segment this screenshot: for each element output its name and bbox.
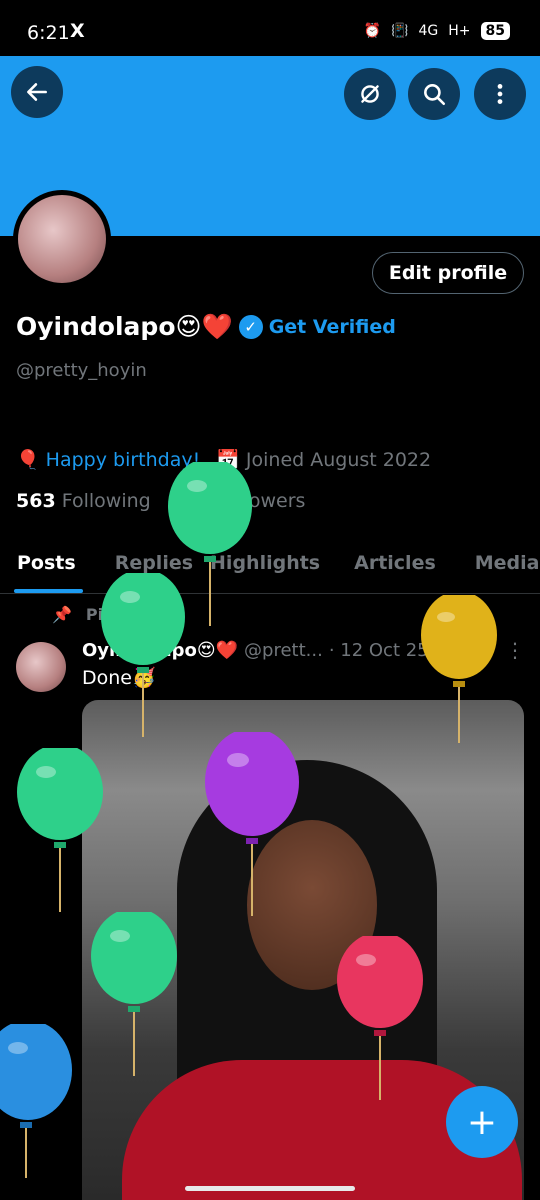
tab-media[interactable]: Media [453, 540, 540, 593]
home-indicator[interactable] [185, 1186, 355, 1191]
search-button[interactable] [408, 68, 460, 120]
balloon-pink [337, 936, 423, 1100]
balloon-green-4 [91, 912, 177, 1076]
network-4g-label: 4G [418, 23, 439, 39]
status-time: 6:21 [27, 22, 70, 44]
more-vertical-icon [497, 84, 503, 104]
tab-posts[interactable]: Posts [0, 540, 93, 593]
profile-handle: @pretty_hoyin [16, 360, 147, 381]
compose-button[interactable]: + [446, 1086, 518, 1158]
search-icon [424, 84, 446, 106]
back-icon [27, 83, 47, 101]
profile-avatar[interactable] [13, 190, 111, 288]
follow-stats: 563 Following 403 Followers [16, 490, 305, 512]
balloon-icon: 🎈 [16, 449, 40, 471]
post-author-handle: @prett... [244, 640, 323, 661]
profile-tabs: Posts Replies Highlights Articles Media [0, 540, 540, 594]
balloon-green-3 [17, 748, 103, 912]
grok-icon [361, 85, 379, 103]
profile-name-row: Oyindolapo😍❤️ ✓ Get Verified [16, 312, 396, 342]
tab-articles[interactable]: Articles [337, 540, 453, 593]
balloon-purple [205, 732, 299, 916]
back-button[interactable] [11, 66, 63, 118]
balloon-blue [0, 1024, 72, 1178]
joined-date: Joined August 2022 [245, 448, 432, 471]
more-button[interactable] [474, 68, 526, 120]
network-hplus-label: H+ [448, 23, 471, 39]
battery-level: 85 [480, 22, 510, 40]
status-icons: ⏰ 📳 4G H+ 85 [364, 22, 510, 40]
post-more-icon[interactable]: ⋮ [505, 638, 525, 662]
vibrate-icon: 📳 [391, 23, 409, 39]
following-count: 563 [16, 490, 56, 512]
x-logo-icon: X [70, 20, 85, 42]
following-link[interactable]: 563 Following [16, 490, 151, 512]
balloon-yellow [421, 595, 497, 743]
post-date: · 12 Oct 25 [328, 640, 429, 661]
edit-profile-button[interactable]: Edit profile [372, 252, 524, 294]
following-label: Following [61, 490, 151, 512]
post-avatar[interactable] [16, 642, 66, 692]
status-bar: 6:21 X ⏰ 📳 4G H+ 85 [0, 0, 540, 56]
balloon-green-2 [101, 573, 185, 737]
get-verified-link[interactable]: Get Verified [269, 316, 396, 338]
verified-badge-icon: ✓ [238, 315, 263, 339]
pin-icon: 📌 [52, 605, 72, 624]
profile-name: Oyindolapo😍❤️ [16, 312, 233, 341]
grok-button[interactable] [344, 68, 396, 120]
alarm-icon: ⏰ [363, 23, 382, 39]
